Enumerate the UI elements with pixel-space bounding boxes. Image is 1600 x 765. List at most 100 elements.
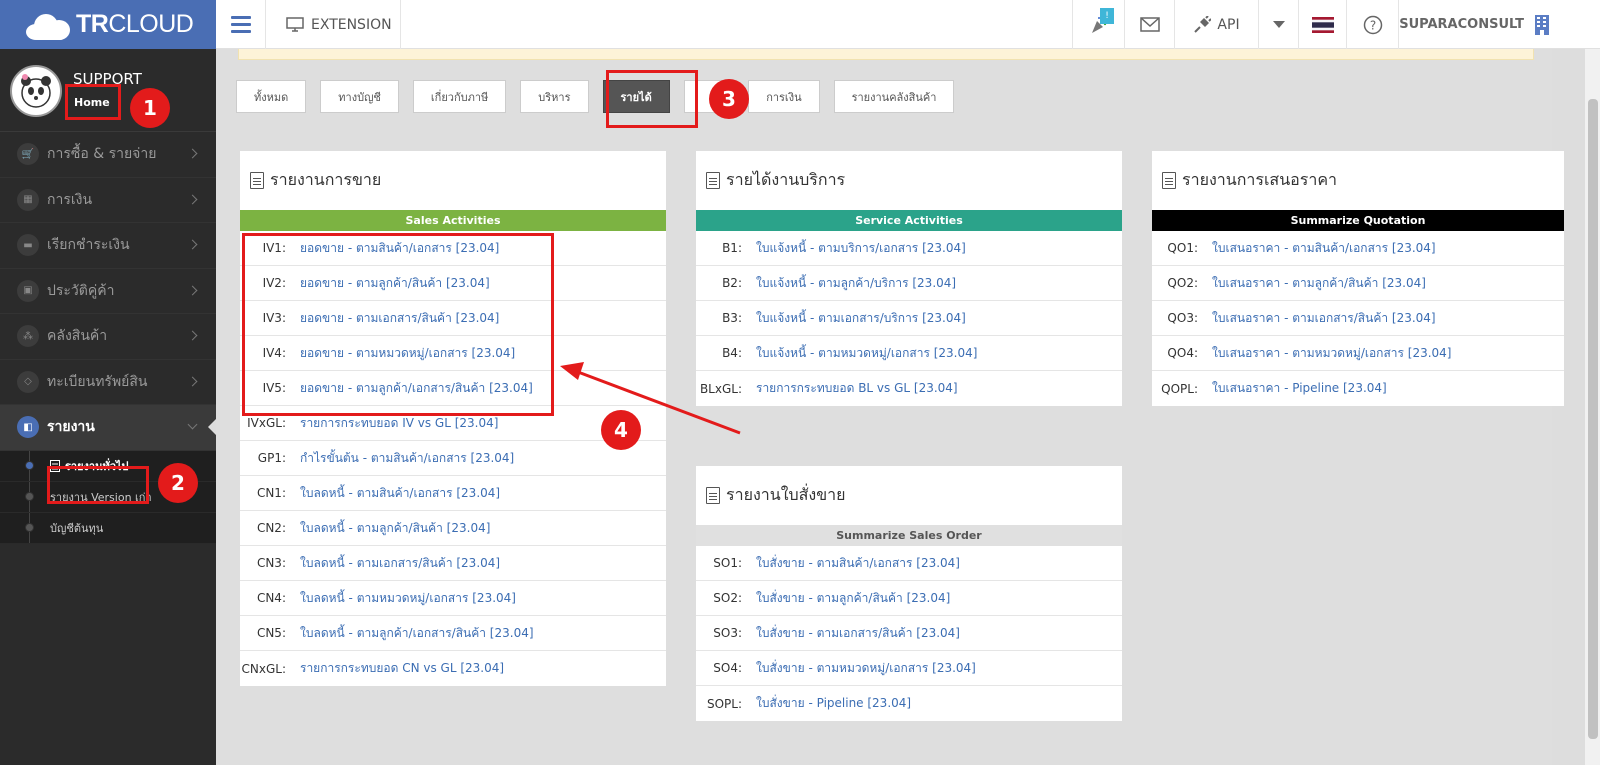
extension-button[interactable]: EXTENSION: [266, 0, 401, 49]
chevron-right-icon: [187, 239, 198, 250]
sidebar-item-label: ทะเบียนทรัพย์สิน: [47, 373, 148, 390]
report-row[interactable]: SO3: ใบสั่งขาย - ตามเอกสาร/สินค้า [23.04]: [696, 616, 1122, 651]
menu-toggle-button[interactable]: [216, 0, 266, 49]
report-code: SO1:: [713, 556, 742, 570]
report-code: CNxGL:: [241, 661, 286, 676]
chevron-right-icon: [187, 285, 198, 296]
report-link[interactable]: ใบลดหนี้ - ตามสินค้า/เอกสาร [23.04]: [290, 484, 500, 503]
report-row[interactable]: CN2: ใบลดหนี้ - ตามลูกค้า/สินค้า [23.04]: [240, 511, 666, 546]
report-link[interactable]: ใบแจ้งหนี้ - ตามลูกค้า/บริการ [23.04]: [746, 274, 956, 293]
active-indicator: [208, 419, 216, 436]
thai-flag-icon: [1311, 16, 1334, 33]
annotation-highlight-home: [65, 84, 121, 120]
report-row[interactable]: GP1: กำไรขั้นต้น - ตามสินค้า/เอกสาร [23.0…: [240, 441, 666, 476]
logo[interactable]: TRCLOUD: [0, 0, 216, 49]
report-row[interactable]: CNxGL: รายการกระทบยอด CN vs GL [23.04]: [240, 651, 666, 686]
sidebar-item-assets[interactable]: ◇ ทะเบียนทรัพย์สิน: [0, 360, 216, 405]
scrollbar-thumb[interactable]: [1588, 99, 1598, 739]
extension-label: EXTENSION: [311, 16, 392, 33]
report-row[interactable]: SO2: ใบสั่งขาย - ตามลูกค้า/สินค้า [23.04]: [696, 581, 1122, 616]
report-link[interactable]: ใบลดหนี้ - ตามลูกค้า/สินค้า [23.04]: [290, 519, 490, 538]
sidebar-item-purchase[interactable]: 🛒 การซื้อ & รายจ่าย: [0, 132, 216, 178]
report-row[interactable]: CN4: ใบลดหนี้ - ตามหมวดหมู่/เอกสาร [23.04…: [240, 581, 666, 616]
quotation-report-panel: รายงานการเสนอราคา Summarize Quotation QO…: [1152, 151, 1564, 406]
sidebar-subitem-label: บัญชีต้นทุน: [50, 521, 104, 535]
section-header: Service Activities: [696, 210, 1122, 231]
tab-management[interactable]: บริหาร: [520, 80, 589, 113]
report-row[interactable]: CN5: ใบลดหนี้ - ตามลูกค้า/เอกสาร/สินค้า […: [240, 616, 666, 651]
report-row[interactable]: B1: ใบแจ้งหนี้ - ตามบริการ/เอกสาร [23.04]: [696, 231, 1122, 266]
report-link[interactable]: รายการกระทบยอด CN vs GL [23.04]: [290, 659, 504, 678]
sidebar-item-contacts[interactable]: ▣ ประวัติคู่ค้า: [0, 269, 216, 314]
tab-tax[interactable]: เกี่ยวกับภาษี: [412, 80, 507, 113]
report-link[interactable]: ใบเสนอราคา - ตามเอกสาร/สินค้า [23.04]: [1202, 309, 1436, 328]
report-code: CN3:: [256, 556, 286, 570]
monitor-icon: [286, 17, 304, 32]
report-row[interactable]: QO3: ใบเสนอราคา - ตามเอกสาร/สินค้า [23.04…: [1152, 301, 1564, 336]
diamond-icon: ◇: [17, 370, 39, 393]
tab-inventory-report[interactable]: รายงานคลังสินค้า: [833, 80, 955, 113]
report-link[interactable]: ใบแจ้งหนี้ - ตามบริการ/เอกสาร [23.04]: [746, 239, 966, 258]
api-button[interactable]: API: [1174, 0, 1258, 49]
sidebar-item-label: การซื้อ & รายจ่าย: [47, 146, 157, 163]
mail-button[interactable]: [1124, 0, 1174, 49]
report-row[interactable]: QO2: ใบเสนอราคา - ตามลูกค้า/สินค้า [23.04…: [1152, 266, 1564, 301]
bullet-icon: [25, 491, 34, 501]
report-link[interactable]: ใบเสนอราคา - ตามสินค้า/เอกสาร [23.04]: [1202, 239, 1436, 258]
report-row[interactable]: SO1: ใบสั่งขาย - ตามสินค้า/เอกสาร [23.04]: [696, 546, 1122, 581]
sidebar-item-inventory[interactable]: ⁂ คลังสินค้า: [0, 314, 216, 360]
report-code: IVxGL:: [247, 416, 286, 430]
tab-accounting[interactable]: ทางบัญชี: [320, 80, 399, 113]
help-button[interactable]: ?: [1346, 0, 1398, 49]
document-icon: [706, 487, 720, 504]
report-link[interactable]: ใบเสนอราคา - Pipeline [23.04]: [1202, 379, 1387, 398]
report-link[interactable]: ใบเสนอราคา - ตามลูกค้า/สินค้า [23.04]: [1202, 274, 1426, 293]
document-icon: [250, 172, 264, 189]
user-menu[interactable]: SUPARACONSULT: [1398, 0, 1554, 49]
report-link[interactable]: ใบสั่งขาย - ตามลูกค้า/สินค้า [23.04]: [746, 589, 950, 608]
report-link[interactable]: ใบลดหนี้ - ตามลูกค้า/เอกสาร/สินค้า [23.0…: [290, 624, 534, 643]
report-row[interactable]: QO1: ใบเสนอราคา - ตามสินค้า/เอกสาร [23.04…: [1152, 231, 1564, 266]
notification-button[interactable]: !: [1072, 0, 1124, 49]
report-link[interactable]: ใบแจ้งหนี้ - ตามหมวดหมู่/เอกสาร [23.04]: [746, 344, 977, 363]
report-link[interactable]: กำไรขั้นต้น - ตามสินค้า/เอกสาร [23.04]: [290, 449, 514, 468]
report-link[interactable]: ใบลดหนี้ - ตามหมวดหมู่/เอกสาร [23.04]: [290, 589, 516, 608]
page-scrollbar[interactable]: [1584, 49, 1600, 765]
sidebar-subitem-cost-accounting[interactable]: บัญชีต้นทุน: [0, 512, 216, 544]
dropdown-button[interactable]: [1258, 0, 1298, 49]
report-row[interactable]: CN1: ใบลดหนี้ - ตามสินค้า/เอกสาร [23.04]: [240, 476, 666, 511]
report-row[interactable]: QOPL: ใบเสนอราคา - Pipeline [23.04]: [1152, 371, 1564, 406]
cloud-icon: [24, 10, 74, 40]
report-link[interactable]: รายการกระทบยอด IV vs GL [23.04]: [290, 414, 498, 433]
report-row[interactable]: SOPL: ใบสั่งขาย - Pipeline [23.04]: [696, 686, 1122, 721]
sidebar-item-reports[interactable]: ◧ รายงาน: [0, 405, 216, 451]
annotation-badge-2: 2: [158, 463, 198, 503]
sales-order-report-panel: รายงานใบสั่งขาย Summarize Sales Order SO…: [696, 466, 1122, 721]
report-link[interactable]: ใบสั่งขาย - ตามหมวดหมู่/เอกสาร [23.04]: [746, 659, 976, 678]
report-link[interactable]: ใบสั่งขาย - Pipeline [23.04]: [746, 694, 911, 713]
report-link[interactable]: ใบสั่งขาย - ตามเอกสาร/สินค้า [23.04]: [746, 624, 960, 643]
cart-icon: 🛒: [17, 143, 39, 166]
chevron-right-icon: [187, 194, 198, 205]
report-link[interactable]: ใบลดหนี้ - ตามเอกสาร/สินค้า [23.04]: [290, 554, 500, 573]
avatar[interactable]: [10, 65, 62, 117]
sidebar-item-billing[interactable]: ▬ เรียกชำระเงิน: [0, 223, 216, 269]
language-button[interactable]: [1298, 0, 1346, 49]
report-row[interactable]: CN3: ใบลดหนี้ - ตามเอกสาร/สินค้า [23.04]: [240, 546, 666, 581]
sidebar-item-label: คลังสินค้า: [47, 328, 108, 345]
tab-finance[interactable]: การเงิน: [748, 80, 820, 113]
report-link[interactable]: ใบเสนอราคา - ตามหมวดหมู่/เอกสาร [23.04]: [1202, 344, 1452, 363]
sidebar-item-finance[interactable]: ▦ การเงิน: [0, 178, 216, 223]
report-row[interactable]: B2: ใบแจ้งหนี้ - ตามลูกค้า/บริการ [23.04]: [696, 266, 1122, 301]
report-row[interactable]: B3: ใบแจ้งหนี้ - ตามเอกสาร/บริการ [23.04]: [696, 301, 1122, 336]
report-row[interactable]: QO4: ใบเสนอราคา - ตามหมวดหมู่/เอกสาร [23.…: [1152, 336, 1564, 371]
panel-title: รายงานการขาย: [240, 151, 666, 210]
report-link[interactable]: รายการกระทบยอด BL vs GL [23.04]: [746, 379, 958, 398]
report-row[interactable]: BLxGL: รายการกระทบยอด BL vs GL [23.04]: [696, 371, 1122, 406]
report-row[interactable]: B4: ใบแจ้งหนี้ - ตามหมวดหมู่/เอกสาร [23.0…: [696, 336, 1122, 371]
report-link[interactable]: ใบแจ้งหนี้ - ตามเอกสาร/บริการ [23.04]: [746, 309, 966, 328]
report-code: CN4:: [256, 591, 286, 605]
report-link[interactable]: ใบสั่งขาย - ตามสินค้า/เอกสาร [23.04]: [746, 554, 960, 573]
report-row[interactable]: SO4: ใบสั่งขาย - ตามหมวดหมู่/เอกสาร [23.0…: [696, 651, 1122, 686]
tab-all[interactable]: ทั้งหมด: [236, 80, 307, 113]
